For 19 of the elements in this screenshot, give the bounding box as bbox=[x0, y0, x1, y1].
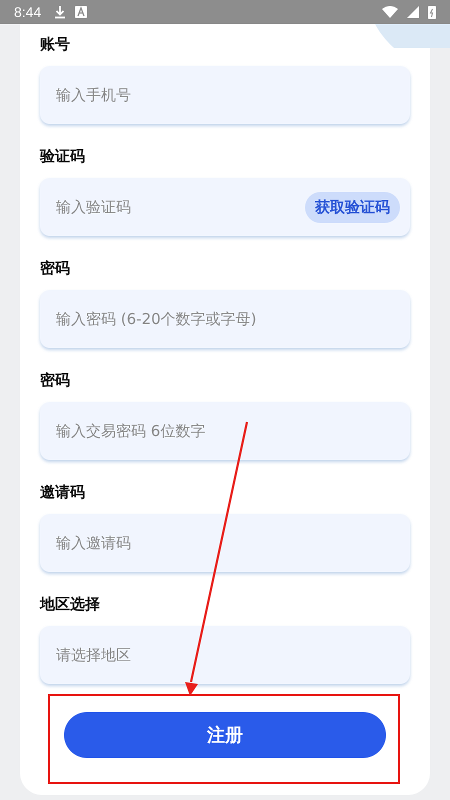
download-icon bbox=[54, 5, 66, 19]
field-label: 验证码 bbox=[40, 146, 86, 167]
region-select[interactable]: 请选择地区 bbox=[40, 626, 410, 684]
input-field[interactable]: 输入邀请码 bbox=[40, 514, 410, 572]
field-label: 地区选择 bbox=[40, 594, 101, 615]
app-notification-icon bbox=[75, 6, 88, 18]
battery-icon bbox=[428, 5, 436, 19]
signal-icon bbox=[407, 6, 419, 18]
input-field[interactable]: 输入交易密码 6位数字 bbox=[40, 402, 410, 460]
input-field[interactable]: 输入手机号 bbox=[40, 66, 410, 124]
input-field[interactable]: 输入密码 (6-20个数字或字母) bbox=[40, 290, 410, 348]
register-button[interactable]: 注册 bbox=[64, 712, 386, 758]
field-label: 密码 bbox=[40, 258, 71, 279]
field-label: 账号 bbox=[40, 34, 71, 55]
status-time: 8:44 bbox=[14, 4, 42, 20]
field-label: 密码 bbox=[40, 370, 71, 391]
wifi-icon bbox=[382, 6, 398, 18]
get-code-button[interactable]: 获取验证码 bbox=[305, 192, 400, 223]
field-label: 邀请码 bbox=[40, 482, 86, 503]
